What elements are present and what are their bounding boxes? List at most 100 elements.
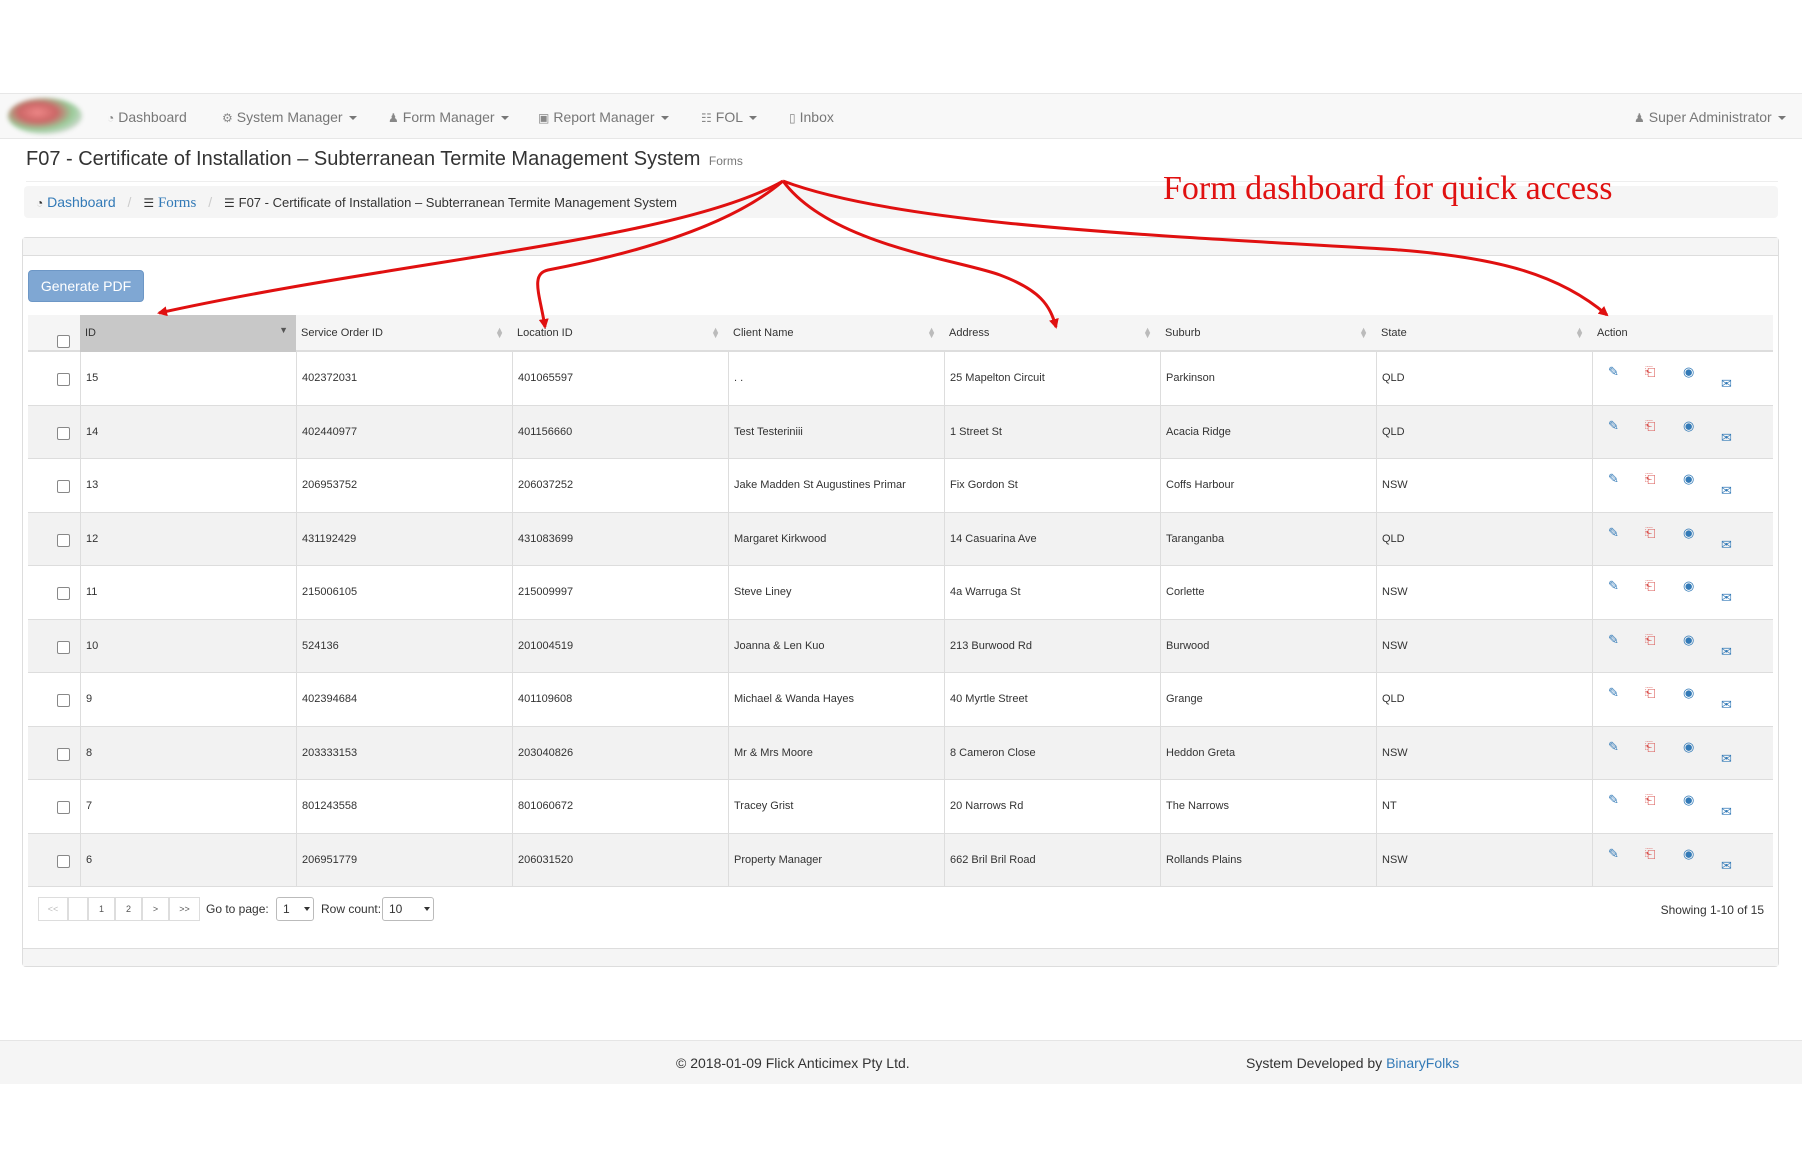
cell-client-name: Michael & Wanda Hayes xyxy=(728,673,944,726)
edit-pencil-icon[interactable]: ✎ xyxy=(1608,364,1619,380)
cell-actions: ✎ ⎗ ◉ ✉ xyxy=(1592,726,1773,779)
page-footer: © 2018-01-09 Flick Anticimex Pty Ltd. Sy… xyxy=(0,1040,1802,1084)
col-header-client-name[interactable]: Client Name ▲ ▼ xyxy=(728,315,944,352)
breadcrumb-forms[interactable]: Forms xyxy=(158,195,196,211)
edit-pencil-icon[interactable]: ✎ xyxy=(1608,418,1619,434)
panel-heading xyxy=(23,238,1778,256)
email-envelope-icon[interactable]: ✉ xyxy=(1721,590,1732,606)
goto-page-select[interactable]: 1 xyxy=(276,897,314,921)
row-checkbox[interactable] xyxy=(57,747,70,761)
nav-dashboard-label: Dashboard xyxy=(118,109,187,125)
col-header-service-order-id[interactable]: Service Order ID ▲ ▼ xyxy=(296,315,512,352)
edit-pencil-icon[interactable]: ✎ xyxy=(1608,578,1619,594)
edit-pencil-icon[interactable]: ✎ xyxy=(1608,632,1619,648)
pdf-file-icon[interactable]: ⎗ xyxy=(1645,632,1655,648)
edit-pencil-icon[interactable]: ✎ xyxy=(1608,739,1619,755)
row-checkbox[interactable] xyxy=(57,640,70,654)
pdf-file-icon[interactable]: ⎗ xyxy=(1645,685,1655,701)
row-checkbox[interactable] xyxy=(57,801,70,814)
row-checkbox[interactable] xyxy=(57,426,70,440)
company-logo[interactable] xyxy=(8,98,82,134)
view-eye-icon[interactable]: ◉ xyxy=(1683,685,1694,701)
cell-suburb: Grange xyxy=(1160,673,1376,726)
edit-pencil-icon[interactable]: ✎ xyxy=(1608,846,1619,862)
pdf-file-icon[interactable]: ⎗ xyxy=(1645,846,1655,862)
edit-pencil-icon[interactable]: ✎ xyxy=(1608,792,1619,808)
pdf-file-icon[interactable]: ⎗ xyxy=(1645,364,1655,380)
nav-system-manager[interactable]: ⚙ System Manager xyxy=(222,94,357,140)
row-checkbox[interactable] xyxy=(57,694,70,707)
edit-pencil-icon[interactable]: ✎ xyxy=(1608,685,1619,701)
view-eye-icon[interactable]: ◉ xyxy=(1683,471,1694,487)
view-eye-icon[interactable]: ◉ xyxy=(1683,632,1694,648)
email-envelope-icon[interactable]: ✉ xyxy=(1721,376,1732,392)
email-envelope-icon[interactable]: ✉ xyxy=(1721,644,1732,660)
developer-link[interactable]: BinaryFolks xyxy=(1386,1055,1459,1071)
pdf-file-icon[interactable]: ⎗ xyxy=(1645,418,1655,434)
page-2-button[interactable]: 2 xyxy=(115,897,142,921)
edit-pencil-icon[interactable]: ✎ xyxy=(1608,471,1619,487)
view-eye-icon[interactable]: ◉ xyxy=(1683,418,1694,434)
pdf-file-icon[interactable]: ⎗ xyxy=(1645,578,1655,594)
email-envelope-icon[interactable]: ✉ xyxy=(1721,804,1732,820)
nav-report-manager[interactable]: ▣ Report Manager xyxy=(538,94,669,140)
row-checkbox[interactable] xyxy=(57,480,70,493)
col-header-suburb-label: Suburb xyxy=(1165,327,1201,339)
view-eye-icon[interactable]: ◉ xyxy=(1683,525,1694,541)
col-header-suburb[interactable]: Suburb ▲ ▼ xyxy=(1160,315,1376,352)
cell-id: 6 xyxy=(80,833,296,886)
col-header-address[interactable]: Address ▲ ▼ xyxy=(944,315,1160,352)
pdf-file-icon[interactable]: ⎗ xyxy=(1645,471,1655,487)
row-checkbox[interactable] xyxy=(57,854,70,868)
cell-actions: ✎ ⎗ ◉ ✉ xyxy=(1592,566,1773,619)
view-eye-icon[interactable]: ◉ xyxy=(1683,792,1694,808)
table-row: 10 524136 201004519 Joanna & Len Kuo 213 Bur… xyxy=(28,619,1773,673)
col-header-location-id-label: Location ID xyxy=(517,327,573,339)
cell-location-id: 215009997 xyxy=(512,566,728,619)
email-envelope-icon[interactable]: ✉ xyxy=(1721,430,1732,446)
view-eye-icon[interactable]: ◉ xyxy=(1683,739,1694,755)
page-next-button[interactable]: > xyxy=(142,897,169,921)
email-envelope-icon[interactable]: ✉ xyxy=(1721,483,1732,499)
briefcase-icon: ▣ xyxy=(538,111,550,125)
cell-address: 20 Narrows Rd xyxy=(944,780,1160,833)
pdf-file-icon[interactable]: ⎗ xyxy=(1645,739,1655,755)
generate-pdf-button[interactable]: Generate PDF xyxy=(28,270,144,302)
select-all-checkbox[interactable] xyxy=(57,335,70,348)
email-envelope-icon[interactable]: ✉ xyxy=(1721,751,1732,767)
col-header-state[interactable]: State ▲ ▼ xyxy=(1376,315,1592,352)
page-first-button[interactable]: << xyxy=(38,897,68,921)
cell-service-order-id: 206951779 xyxy=(296,833,512,886)
page-1-button[interactable]: 1 xyxy=(88,897,115,921)
email-envelope-icon[interactable]: ✉ xyxy=(1721,697,1732,713)
email-envelope-icon[interactable]: ✉ xyxy=(1721,537,1732,553)
cell-state: QLD xyxy=(1376,352,1592,405)
nav-form-manager[interactable]: ♟ Form Manager xyxy=(388,94,509,140)
col-header-id[interactable]: ID ▼ xyxy=(80,315,296,352)
user-menu[interactable]: ♟ Super Administrator xyxy=(1634,94,1786,140)
email-envelope-icon[interactable]: ✉ xyxy=(1721,858,1732,874)
edit-pencil-icon[interactable]: ✎ xyxy=(1608,525,1619,541)
table-row: 9 402394684 401109608 Michael & Wanda Hayes… xyxy=(28,673,1773,727)
row-count-select[interactable]: 10 xyxy=(382,897,434,921)
breadcrumb-separator: / xyxy=(208,194,213,210)
nav-dashboard[interactable]: ◔ Dashboard xyxy=(107,94,187,140)
row-checkbox[interactable] xyxy=(57,373,70,386)
page-last-button[interactable]: >> xyxy=(169,897,200,921)
page-prev-button[interactable] xyxy=(68,897,88,921)
breadcrumb-dashboard[interactable]: Dashboard xyxy=(47,194,116,210)
view-eye-icon[interactable]: ◉ xyxy=(1683,846,1694,862)
cell-service-order-id: 206953752 xyxy=(296,459,512,512)
user-icon: ♟ xyxy=(1634,111,1645,125)
view-eye-icon[interactable]: ◉ xyxy=(1683,364,1694,380)
cell-actions: ✎ ⎗ ◉ ✉ xyxy=(1592,459,1773,512)
nav-fol[interactable]: ☷ FOL xyxy=(701,94,757,140)
pdf-file-icon[interactable]: ⎗ xyxy=(1645,525,1655,541)
pdf-file-icon[interactable]: ⎗ xyxy=(1645,792,1655,808)
view-eye-icon[interactable]: ◉ xyxy=(1683,578,1694,594)
cell-actions: ✎ ⎗ ◉ ✉ xyxy=(1592,352,1773,405)
nav-inbox[interactable]: ▯ Inbox xyxy=(789,94,834,140)
row-checkbox[interactable] xyxy=(57,587,70,600)
col-header-location-id[interactable]: Location ID ▲ ▼ xyxy=(512,315,728,352)
row-checkbox[interactable] xyxy=(57,533,70,547)
